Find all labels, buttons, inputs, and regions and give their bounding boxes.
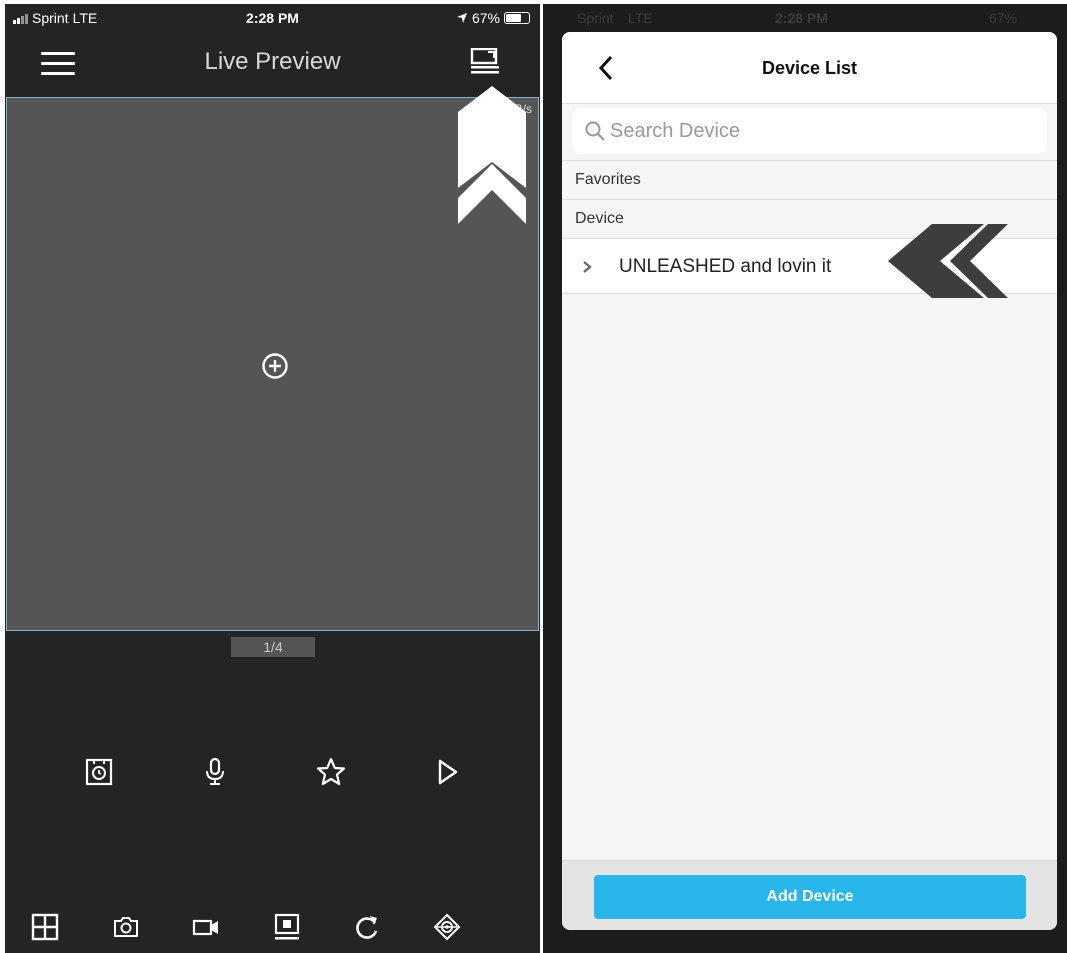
screen-icon[interactable] (272, 912, 302, 942)
nav-bar: Live Preview (5, 32, 540, 94)
add-circle-icon[interactable] (261, 352, 289, 380)
search-input[interactable] (610, 108, 1030, 154)
playback-record-icon[interactable] (83, 756, 115, 788)
left-chevron-arrows (888, 224, 1008, 298)
location-arrow-icon (456, 13, 467, 23)
modal-header: Device List (562, 32, 1057, 104)
status-bar: Sprint LTE 2:28 PM 67% (5, 4, 540, 32)
snapshot-camera-icon[interactable] (111, 912, 141, 942)
battery-percent: 67% (989, 10, 1018, 26)
play-icon[interactable] (431, 756, 463, 788)
up-chevron-arrows (458, 86, 526, 224)
signal-icon (13, 13, 28, 24)
modal-footer: Add Device (562, 860, 1057, 930)
status-bar-dimmed: Sprint LTE 2:28 PM 67% (543, 4, 1067, 32)
live-preview-screen: Sprint LTE 2:28 PM 67% Live Preview KB/s… (5, 4, 540, 953)
device-list-icon[interactable] (470, 48, 500, 74)
record-video-icon[interactable] (191, 912, 221, 942)
favorite-star-icon[interactable] (315, 756, 347, 788)
page-indicator: 1/4 (231, 637, 315, 657)
modal-title: Device List (761, 58, 858, 78)
battery-icon (504, 12, 530, 24)
device-list-modal: Device List Favorites Device UNLEASHED a… (562, 32, 1057, 930)
chevron-right-icon (583, 261, 592, 273)
search-box[interactable] (572, 108, 1047, 154)
page-title: Live Preview (204, 48, 341, 75)
clock: 2:28 PM (775, 10, 828, 26)
carrier-label: Sprint (32, 10, 69, 26)
add-device-button[interactable]: Add Device (594, 875, 1026, 919)
network-label: LTE (72, 10, 98, 26)
ptz-icon[interactable] (432, 912, 462, 942)
refresh-icon[interactable] (352, 912, 382, 942)
section-favorites: Favorites (562, 160, 1057, 198)
device-list-screen: Sprint LTE 2:28 PM 67% Device List Favor… (543, 4, 1067, 953)
device-name: UNLEASHED and lovin it (619, 256, 832, 277)
grid-icon[interactable] (30, 912, 60, 942)
search-icon (585, 121, 605, 141)
battery-percent: 67% (471, 10, 500, 26)
carrier-label: Sprint (577, 10, 614, 26)
network-label: LTE (628, 10, 653, 26)
microphone-icon[interactable] (199, 756, 231, 788)
